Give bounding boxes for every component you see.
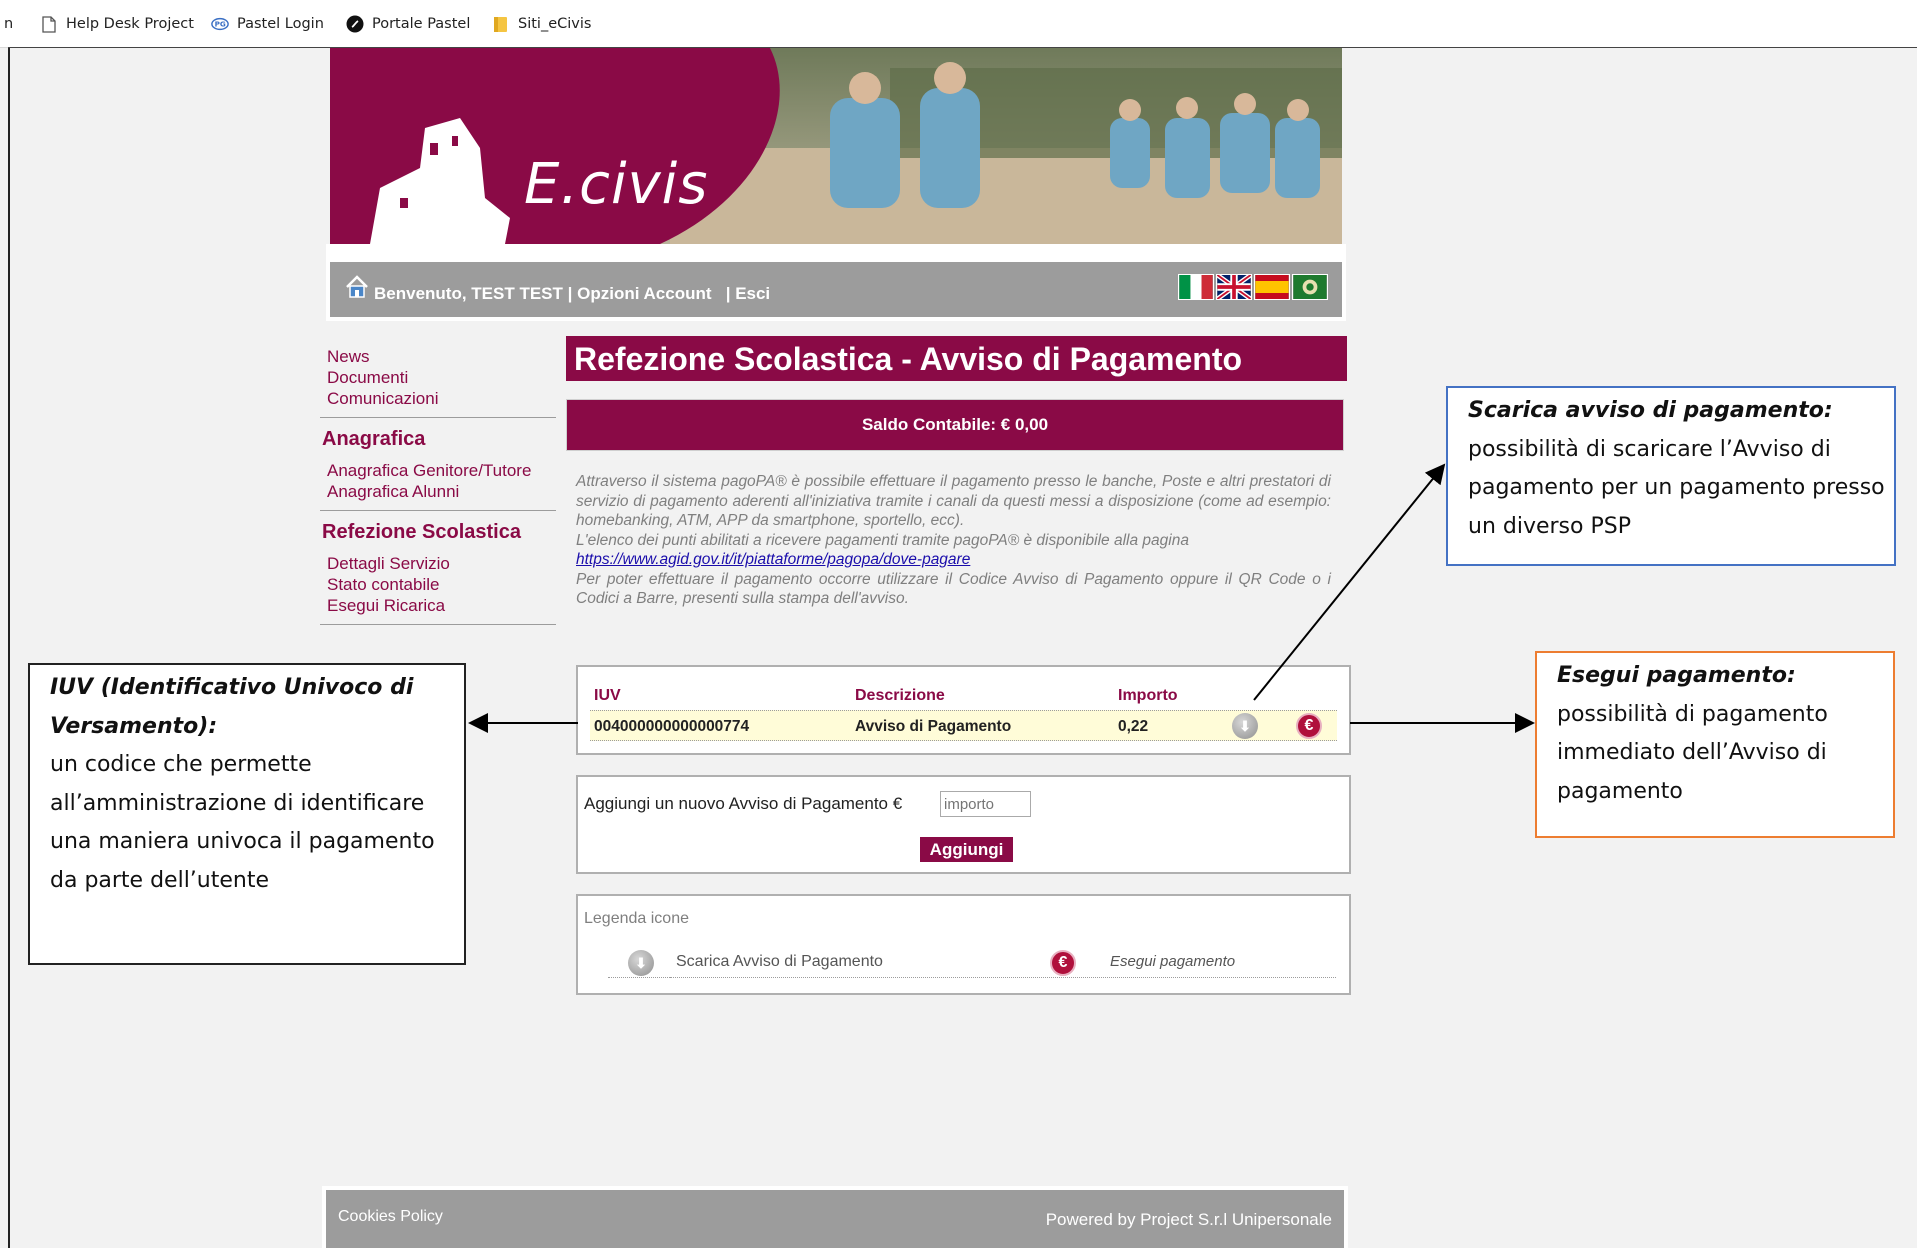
- account-options-link[interactable]: Opzioni Account: [577, 284, 711, 303]
- menu-divider: [320, 417, 556, 418]
- callout-iuv: IUV (Identificativo Univoco di Versament…: [28, 663, 466, 965]
- cell-importo: 0,22: [1118, 718, 1149, 735]
- info-paragraph-3: Per poter effettuare il pagamento occorr…: [576, 570, 1331, 608]
- bookmark-partial[interactable]: n: [4, 13, 13, 35]
- cell-iuv: 004000000000000774: [594, 718, 750, 735]
- cookies-policy-link[interactable]: Cookies Policy: [338, 1208, 443, 1226]
- bookmark-help-desk-label: Help Desk Project: [66, 16, 194, 32]
- callout-scarica: Scarica avviso di pagamento: possibilità…: [1446, 386, 1896, 566]
- language-flags: [1178, 274, 1328, 300]
- menu-news[interactable]: News: [320, 346, 556, 367]
- logout-link[interactable]: Esci: [735, 284, 770, 303]
- callout-esegui: Esegui pagamento: possibilità di pagamen…: [1535, 651, 1895, 838]
- add-avviso-label: Aggiungi un nuovo Avviso di Pagamento €: [584, 794, 903, 813]
- callout-iuv-body: un codice che permette all’amministrazio…: [50, 752, 435, 893]
- home-icon[interactable]: [344, 274, 370, 300]
- regional-flag[interactable]: [1292, 274, 1328, 300]
- avvisi-table: IUV Descrizione Importo 0040000000000007…: [576, 665, 1351, 755]
- info-paragraph-2: L'elenco dei punti abilitati a ricevere …: [576, 531, 1189, 549]
- welcome-text: Benvenuto, TEST TEST: [374, 284, 563, 303]
- col-header-importo: Importo: [1118, 687, 1178, 704]
- portale-icon: [346, 15, 364, 33]
- menu-section-anagrafica: Anagrafica: [322, 428, 426, 450]
- add-avviso-form: Aggiungi un nuovo Avviso di Pagamento € …: [576, 775, 1351, 874]
- page-icon: [40, 15, 58, 33]
- ecivis-logo: E.civis: [524, 152, 709, 217]
- col-header-iuv: IUV: [594, 687, 621, 704]
- bookmark-partial-label: n: [4, 16, 14, 32]
- callout-iuv-head: IUV (Identificativo Univoco di Versament…: [50, 675, 414, 739]
- menu-anagrafica-alunni[interactable]: Anagrafica Alunni: [320, 481, 556, 502]
- callout-esegui-head: Esegui pagamento:: [1557, 663, 1796, 688]
- legend-download-label: Scarica Avviso di Pagamento: [676, 953, 883, 970]
- legend-download-icon: ⬇: [628, 950, 654, 976]
- menu-dettagli-servizio[interactable]: Dettagli Servizio: [320, 553, 556, 574]
- account-nav-bar: Benvenuto, TEST TEST | Opzioni Account |…: [326, 258, 1346, 321]
- bookmark-pastel-login-label: Pastel Login: [237, 16, 324, 32]
- pagopa-link[interactable]: https://www.agid.gov.it/it/piattaforme/p…: [576, 551, 970, 568]
- bookmark-siti-ecivis[interactable]: Siti_eCivis: [492, 13, 591, 35]
- bookmark-help-desk[interactable]: Help Desk Project: [40, 13, 194, 35]
- banner-gap: [326, 244, 1346, 258]
- pastel-icon: PG: [211, 15, 229, 33]
- bookmark-portale-pastel[interactable]: Portale Pastel: [346, 13, 470, 35]
- banner-photo: [330, 48, 1342, 244]
- powered-by-text: Powered by Project S.r.l Unipersonale: [1045, 1210, 1332, 1229]
- legend-title: Legenda icone: [584, 910, 689, 927]
- legend-euro-icon: €: [1050, 950, 1076, 976]
- spanish-flag[interactable]: [1254, 274, 1290, 300]
- bookmarks-bar: n Help Desk Project PG Pastel Login Port…: [0, 0, 1917, 48]
- legend-pay-label: Esegui pagamento: [1110, 953, 1236, 970]
- bookmark-siti-ecivis-label: Siti_eCivis: [518, 16, 592, 32]
- page-title: Refezione Scolastica - Avviso di Pagamen…: [566, 336, 1347, 381]
- menu-section-refezione: Refezione Scolastica: [322, 521, 521, 543]
- cell-descrizione: Avviso di Pagamento: [855, 718, 1012, 735]
- info-paragraph-1: Attraverso il sistema pagoPA® è possibil…: [576, 473, 1331, 529]
- col-header-descrizione: Descrizione: [855, 687, 945, 704]
- saldo-contabile: Saldo Contabile: € 0,00: [566, 399, 1344, 451]
- menu-divider: [320, 624, 556, 625]
- importo-input[interactable]: [940, 791, 1031, 817]
- menu-comunicazioni[interactable]: Comunicazioni: [320, 388, 556, 409]
- nav-links: Benvenuto, TEST TEST | Opzioni Account |…: [374, 284, 771, 303]
- menu-stato-contabile[interactable]: Stato contabile: [320, 574, 556, 595]
- side-menu: News Documenti Comunicazioni Anagrafica …: [320, 346, 556, 631]
- callout-scarica-body: possibilità di scaricare l’Avviso di pag…: [1468, 436, 1885, 539]
- header-banner: E.civis: [330, 48, 1342, 244]
- euro-pay-icon[interactable]: €: [1296, 713, 1322, 739]
- table-row: 004000000000000774 Avviso di Pagamento 0…: [590, 710, 1337, 741]
- uk-flag[interactable]: [1216, 274, 1252, 300]
- page-footer: Cookies Policy Powered by Project S.r.l …: [322, 1186, 1348, 1248]
- menu-esegui-ricarica[interactable]: Esegui Ricarica: [320, 595, 556, 616]
- menu-divider: [320, 510, 556, 511]
- legend-row: ⬇ Scarica Avviso di Pagamento € Esegui p…: [608, 948, 1336, 978]
- italian-flag[interactable]: [1178, 274, 1214, 300]
- callout-scarica-head: Scarica avviso di pagamento:: [1468, 398, 1833, 423]
- pagopa-info-text: Attraverso il sistema pagoPA® è possibil…: [576, 472, 1331, 609]
- folder-icon: [492, 15, 510, 33]
- aggiungi-button[interactable]: Aggiungi: [920, 837, 1013, 862]
- frame-left-line: [8, 48, 10, 1248]
- callout-esegui-body: possibilità di pagamento immediato dell’…: [1557, 701, 1828, 804]
- svg-text:PG: PG: [215, 20, 226, 29]
- menu-documenti[interactable]: Documenti: [320, 367, 556, 388]
- icon-legend: Legenda icone ⬇ Scarica Avviso di Pagame…: [576, 894, 1351, 995]
- bookmark-pastel-login[interactable]: PG Pastel Login: [211, 13, 324, 35]
- menu-anagrafica-genitore[interactable]: Anagrafica Genitore/Tutore: [320, 460, 556, 481]
- bookmark-portale-pastel-label: Portale Pastel: [372, 16, 471, 32]
- download-icon[interactable]: ⬇: [1232, 713, 1258, 739]
